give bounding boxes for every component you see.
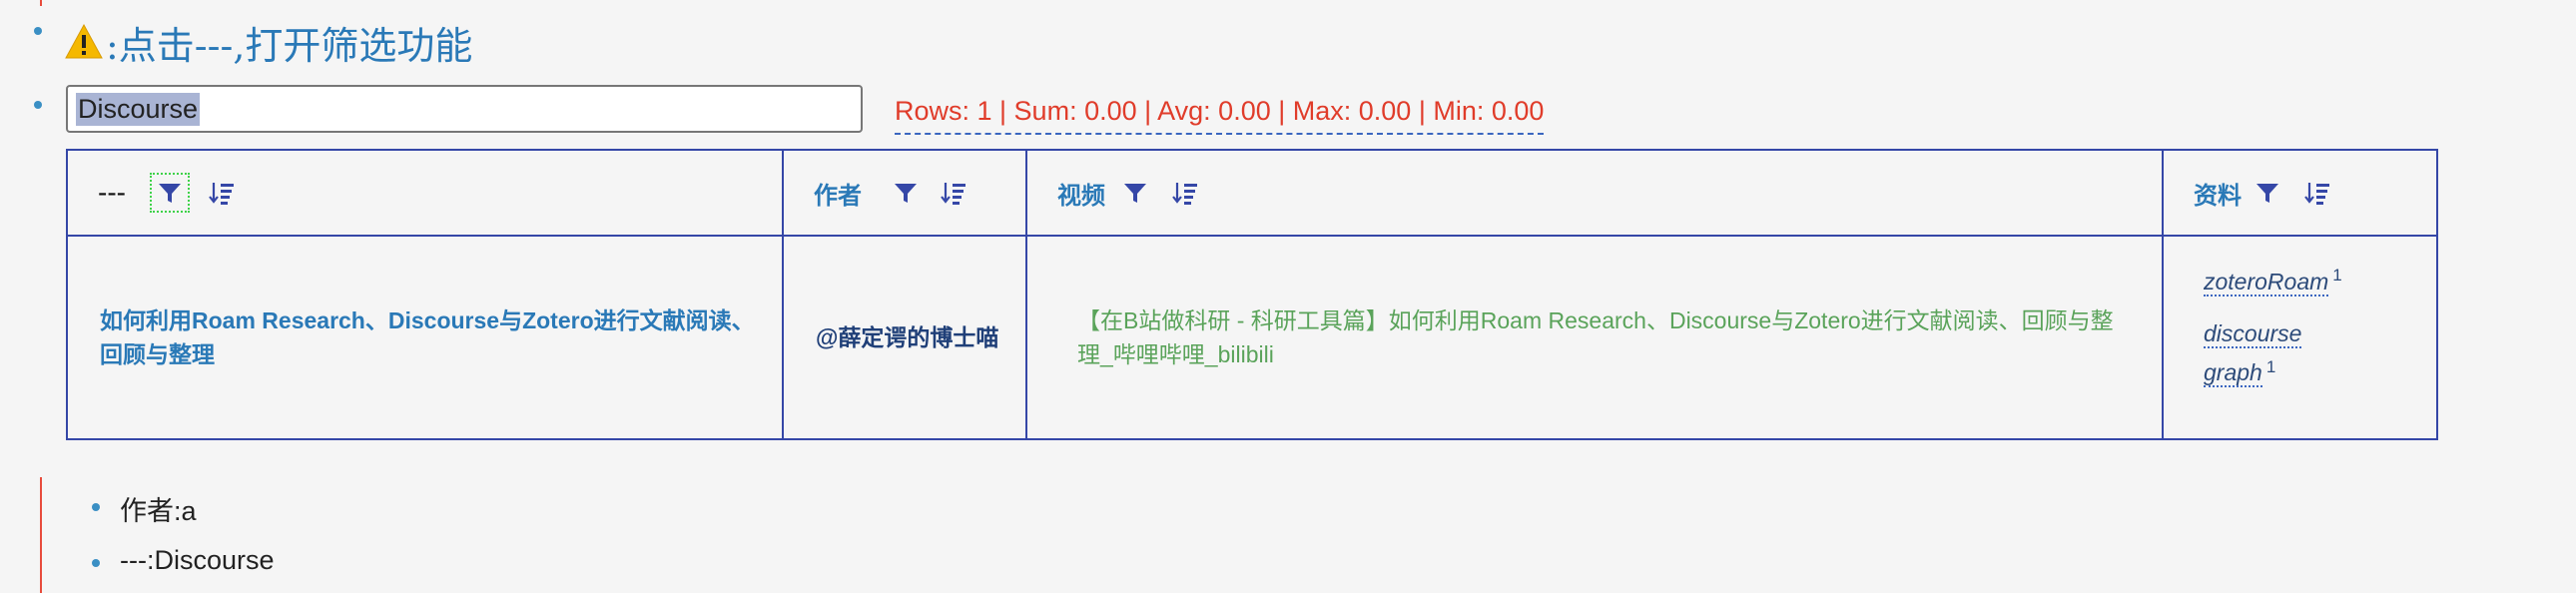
ref-count: 1 bbox=[2332, 266, 2342, 285]
sort-icon[interactable] bbox=[208, 179, 236, 207]
table-header-row: --- 作者 视频 资料 bbox=[66, 149, 2438, 237]
page: :点击---,打开筛选功能 Discourse Rows: 1 | Sum: 0… bbox=[0, 0, 2576, 593]
block-marker bbox=[40, 477, 42, 593]
bullet[interactable] bbox=[34, 27, 42, 35]
filter-item: ---:Discourse bbox=[120, 545, 275, 575]
heading-text: :点击---,打开筛选功能 bbox=[106, 23, 473, 68]
search-row: Discourse bbox=[66, 85, 863, 133]
column-header-video: 视频 bbox=[1025, 149, 2164, 237]
bullet[interactable] bbox=[92, 503, 100, 511]
column-label: --- bbox=[98, 177, 126, 208]
results-table: --- 作者 视频 资料 如何利用Roam Research、Discourse… bbox=[66, 149, 2438, 440]
warning-icon bbox=[65, 23, 103, 59]
sort-icon[interactable] bbox=[2303, 179, 2331, 207]
filter-icon[interactable] bbox=[2254, 179, 2281, 207]
column-header-title: --- bbox=[66, 149, 784, 237]
bullet[interactable] bbox=[34, 101, 42, 109]
column-header-author: 作者 bbox=[782, 149, 1027, 237]
column-label: 作者 bbox=[814, 182, 862, 210]
bullet[interactable] bbox=[92, 559, 100, 567]
column-header-refs: 资料 bbox=[2162, 149, 2438, 237]
filter-icon[interactable] bbox=[1121, 179, 1149, 207]
sort-icon[interactable] bbox=[1171, 179, 1199, 207]
heading: :点击---,打开筛选功能 bbox=[64, 14, 472, 70]
block-marker-top bbox=[40, 0, 42, 6]
stats-summary: Rows: 1 | Sum: 0.00 | Avg: 0.00 | Max: 0… bbox=[895, 96, 1545, 135]
video-link[interactable]: 【在B站做科研 - 科研工具篇】如何利用Roam Research、Discou… bbox=[1077, 307, 2114, 367]
filter-icon[interactable] bbox=[149, 173, 190, 213]
ref-count: 1 bbox=[2265, 356, 2276, 376]
author-link[interactable]: @薛定谔的博士喵 bbox=[816, 324, 998, 350]
cell-author: @薛定谔的博士喵 bbox=[782, 235, 1027, 440]
sort-icon[interactable] bbox=[940, 179, 967, 207]
column-label: 视频 bbox=[1057, 182, 1105, 210]
title-link[interactable]: 如何利用Roam Research、Discourse与Zotero进行文献阅读… bbox=[100, 307, 755, 367]
ref-item: discourse graph 1 bbox=[2204, 316, 2353, 390]
table-row: 如何利用Roam Research、Discourse与Zotero进行文献阅读… bbox=[66, 235, 2438, 440]
filter-item: 作者:a bbox=[120, 496, 197, 526]
column-label: 资料 bbox=[2194, 182, 2242, 210]
search-input[interactable]: Discourse bbox=[66, 85, 863, 133]
filter-icon[interactable] bbox=[892, 179, 920, 207]
ref-item: zoteroRoam 1 bbox=[2204, 259, 2412, 298]
cell-refs: zoteroRoam 1 discourse graph 1 bbox=[2162, 235, 2438, 440]
search-input-value: Discourse bbox=[76, 92, 201, 126]
ref-link[interactable]: discourse graph bbox=[2204, 319, 2302, 388]
cell-video: 【在B站做科研 - 科研工具篇】如何利用Roam Research、Discou… bbox=[1025, 235, 2164, 440]
ref-link[interactable]: zoteroRoam bbox=[2204, 268, 2329, 296]
cell-title: 如何利用Roam Research、Discourse与Zotero进行文献阅读… bbox=[66, 235, 784, 440]
